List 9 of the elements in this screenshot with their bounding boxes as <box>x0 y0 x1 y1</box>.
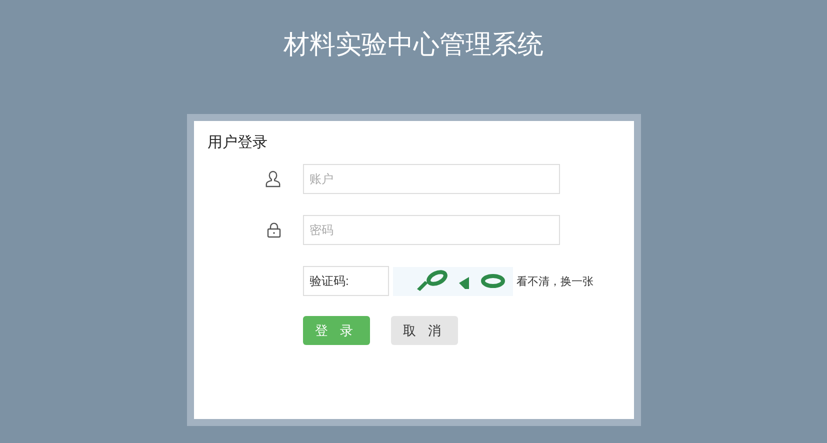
user-icon <box>264 170 280 188</box>
cancel-button[interactable]: 取 消 <box>390 316 458 345</box>
page-title: 材料实验中心管理系统 <box>284 29 544 62</box>
lock-icon <box>266 222 280 238</box>
account-field[interactable]: 账户 <box>302 164 560 194</box>
password-field[interactable]: 密码 <box>302 215 560 245</box>
panel-title: 用户登录 <box>208 133 268 152</box>
captcha-field[interactable]: 验证码: <box>302 266 388 296</box>
refresh-captcha-link[interactable]: 看不清，换一张 <box>516 274 594 288</box>
